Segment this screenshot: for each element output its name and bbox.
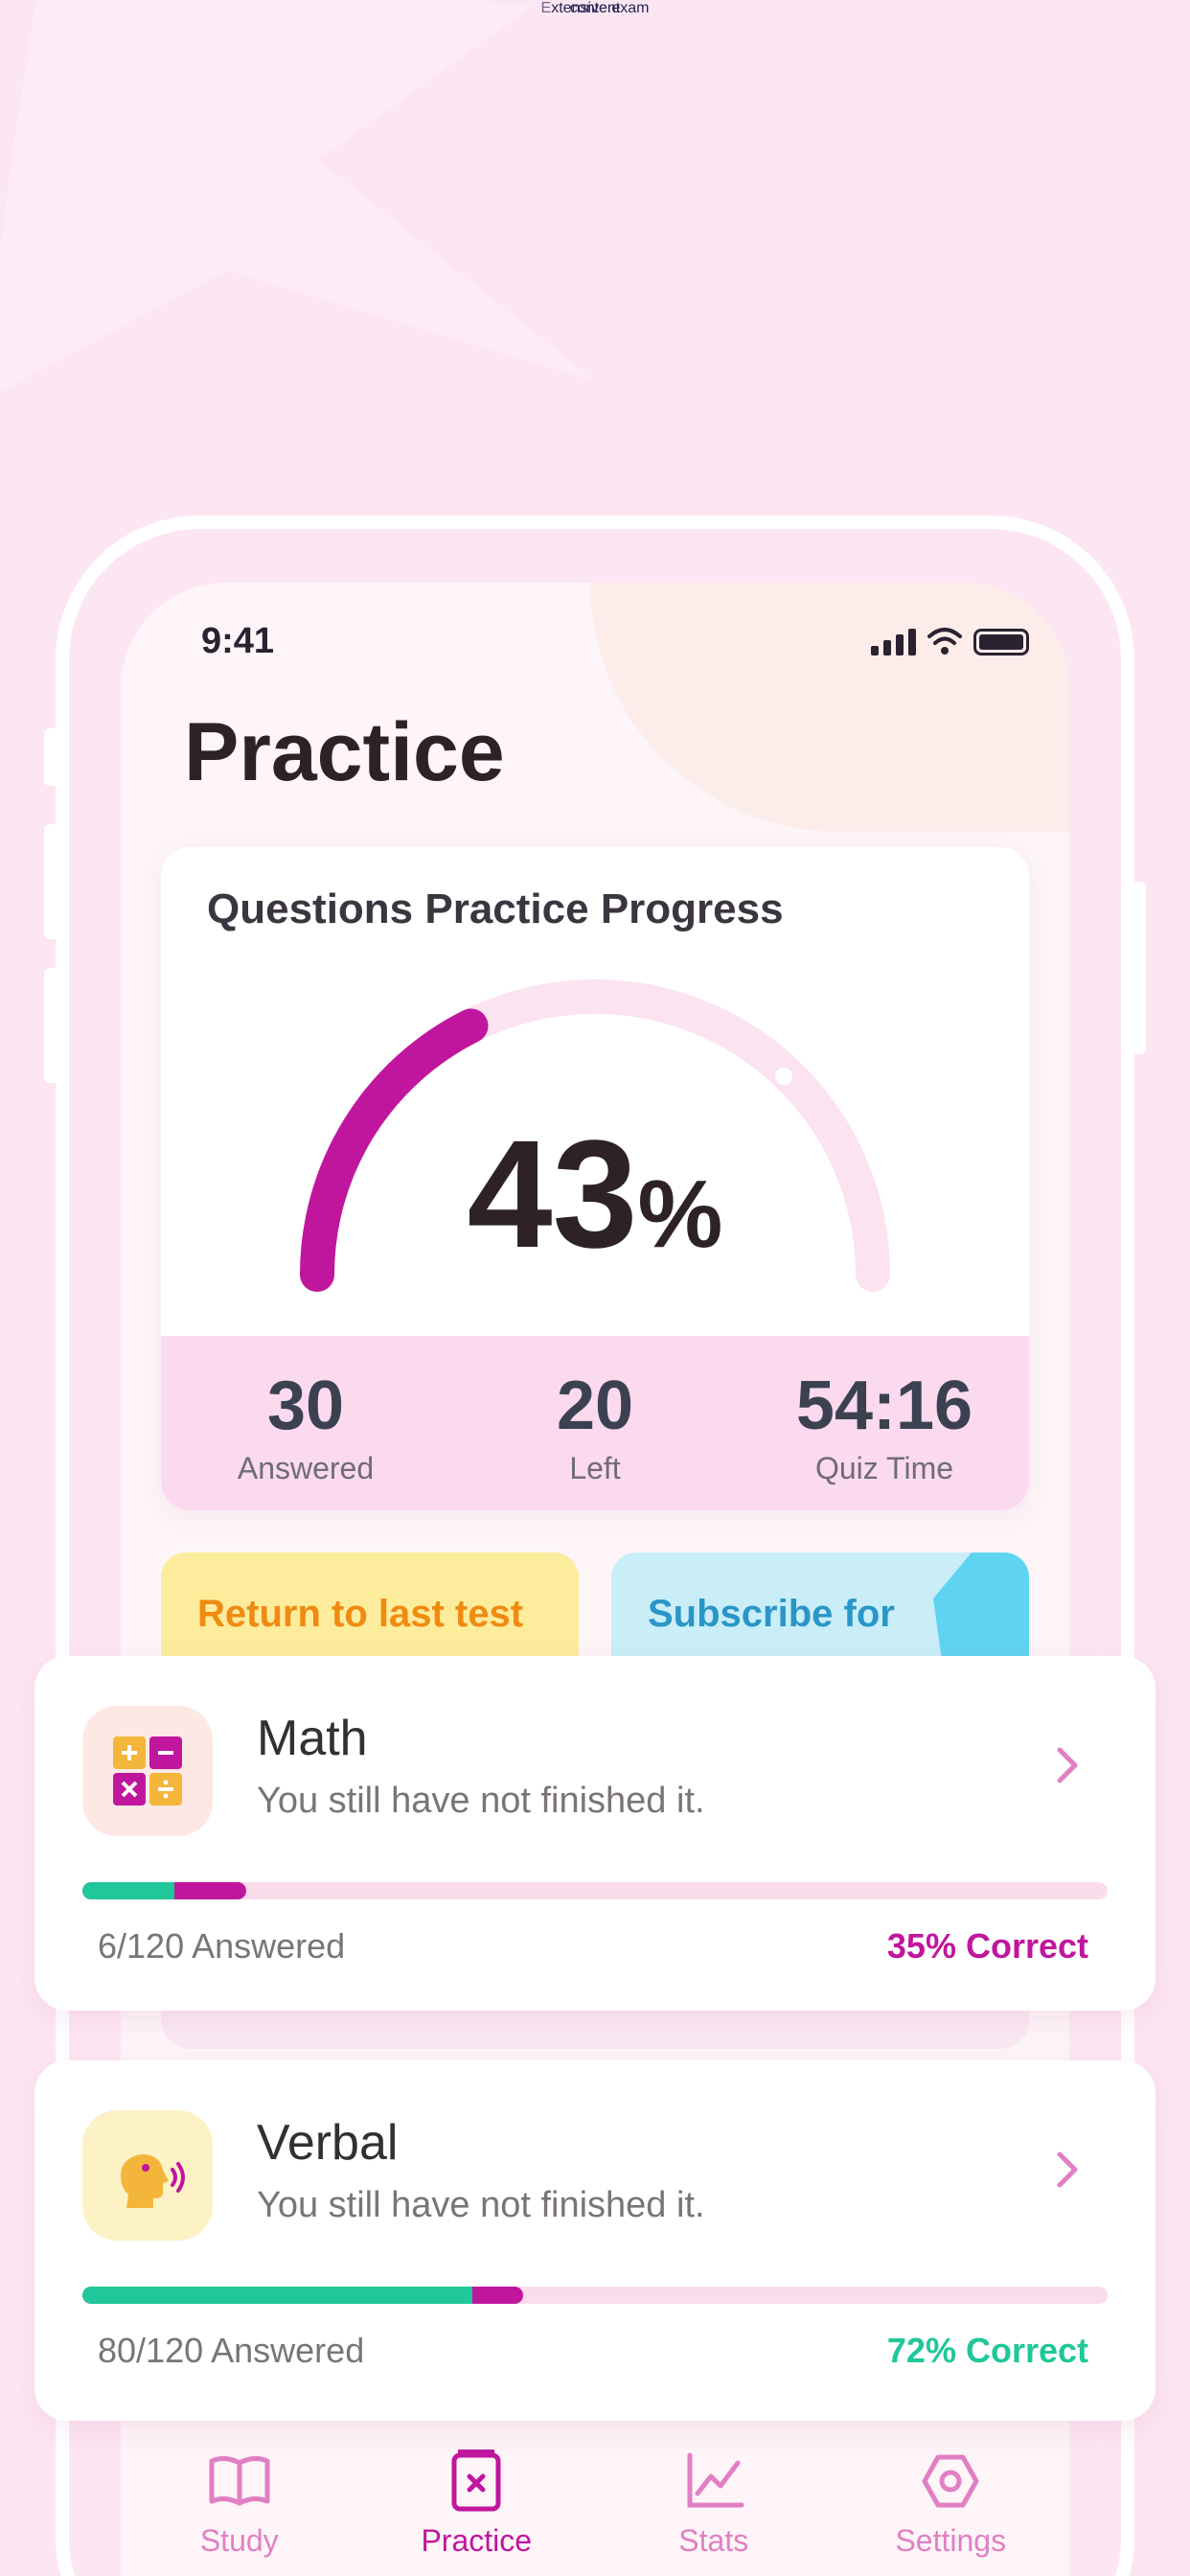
stat-value: 54:16 — [795, 1368, 973, 1444]
stat-label: Left — [569, 1451, 621, 1485]
subscribe-label: Subscribe for — [648, 1593, 895, 1635]
headline-line-2: content — [569, 0, 621, 16]
subject-answered-count: 6/120 Answered — [98, 1926, 346, 1966]
practice-icon — [451, 2450, 501, 2512]
subject-description: You still have not finished it. — [257, 2185, 705, 2225]
subject-card-math[interactable]: Math You still have not finished it. 6/1… — [34, 1656, 1156, 2011]
phone-side-button — [44, 824, 65, 939]
screen-decoration — [590, 583, 1069, 832]
stat-quiz-time: 54:16 Quiz Time — [740, 1336, 1029, 1510]
phone-side-button — [1125, 882, 1146, 1054]
return-to-last-test-label: Return to last test — [197, 1593, 524, 1635]
tab-study[interactable]: Study — [121, 2425, 358, 2576]
tab-label: Stats — [678, 2523, 749, 2558]
settings-icon — [922, 2454, 979, 2508]
subject-correct-percentage: 72% Correct — [886, 2331, 1088, 2370]
subject-progress-correct-fill — [82, 2287, 472, 2304]
progress-percent-number: 43 — [467, 1108, 638, 1279]
stat-label: Quiz Time — [814, 1451, 954, 1485]
wifi-icon — [927, 628, 962, 655]
chart-icon — [687, 2452, 744, 2508]
tab-stats[interactable]: Stats — [595, 2425, 833, 2576]
stat-left: 20 Left — [450, 1336, 740, 1510]
chevron-right-icon[interactable] — [1046, 2149, 1088, 2191]
practice-progress-card: Questions Practice Progress 43% 30 Answe… — [161, 847, 1029, 1510]
background-star-decoration — [0, 0, 594, 402]
tab-label: Study — [199, 2523, 279, 2558]
stat-label: Answered — [237, 1451, 375, 1485]
subject-name: Math — [257, 1711, 368, 1766]
subject-progress-bar — [82, 1882, 1108, 1899]
page-title: Practice — [184, 706, 505, 798]
phone-side-button — [44, 968, 65, 1083]
bottom-tab-bar: Study Practice Stats Settings — [121, 2425, 1069, 2576]
progress-stats-row: 30 Answered 20 Left 54:16 Quiz Time — [161, 1336, 1029, 1510]
progress-percent-sign: % — [637, 1161, 723, 1268]
progress-percentage: 43% — [161, 1106, 1029, 1282]
stat-value: 20 — [556, 1368, 634, 1444]
battery-icon — [973, 629, 1029, 656]
subject-card-verbal[interactable]: Verbal You still have not finished it. 8… — [34, 2060, 1156, 2421]
subject-description: You still have not finished it. — [257, 1781, 705, 1821]
subject-progress-bar — [82, 2287, 1108, 2304]
cellular-signal-icon — [871, 627, 916, 656]
stat-answered: 30 Answered — [161, 1336, 450, 1510]
chevron-right-icon[interactable] — [1046, 1744, 1088, 1786]
calculator-icon — [82, 1706, 213, 1836]
subject-answered-count: 80/120 Answered — [98, 2331, 365, 2370]
gem-icon — [933, 1552, 1029, 1668]
book-icon — [209, 2455, 270, 2506]
phone-side-button — [44, 728, 65, 786]
speaking-head-icon — [82, 2110, 213, 2241]
subject-progress-correct-fill — [82, 1882, 175, 1899]
subject-correct-percentage: 35% Correct — [886, 1926, 1088, 1966]
tab-settings[interactable]: Settings — [833, 2425, 1070, 2576]
tab-practice[interactable]: Practice — [358, 2425, 596, 2576]
status-icons — [871, 627, 1029, 656]
tab-label: Practice — [421, 2523, 533, 2558]
tab-label: Settings — [895, 2523, 1007, 2558]
stat-value: 30 — [266, 1368, 345, 1444]
subject-name: Verbal — [257, 2115, 399, 2171]
status-time: 9:41 — [201, 621, 275, 661]
